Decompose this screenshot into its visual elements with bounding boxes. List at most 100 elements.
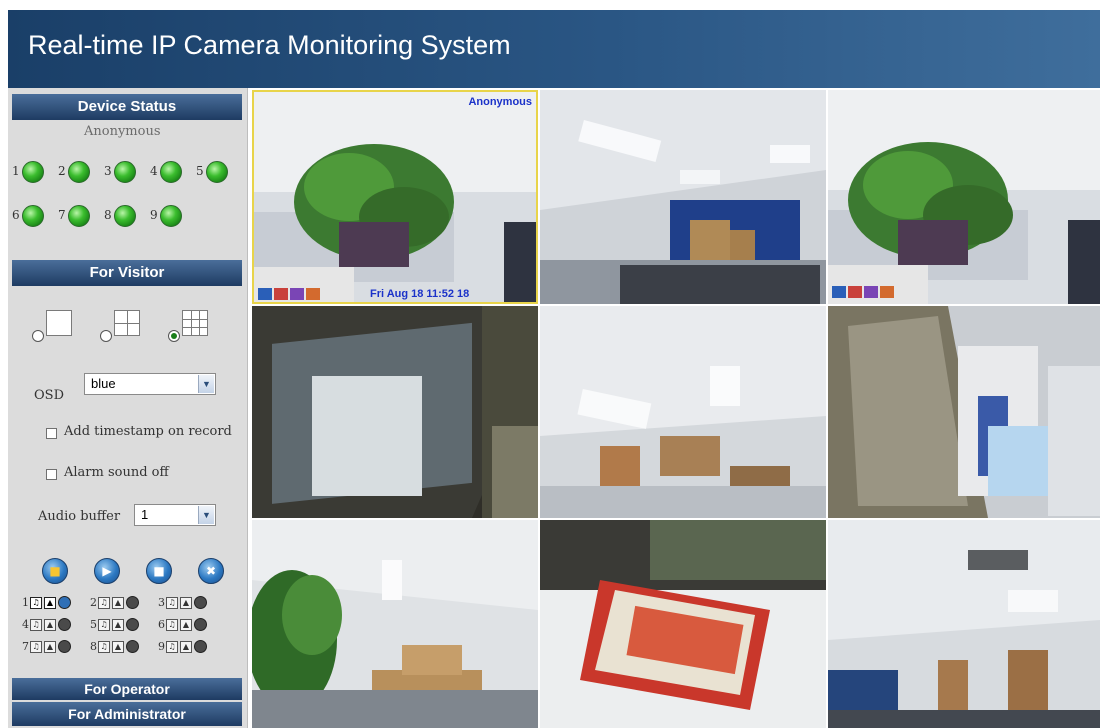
device-number: 8	[104, 208, 112, 222]
mic-icon[interactable]: ▲	[112, 597, 124, 609]
camera-feed-5[interactable]	[540, 306, 826, 518]
timestamp-label: Add timestamp on record	[64, 424, 232, 439]
audio-icon[interactable]: ♫	[30, 641, 42, 653]
record-icon[interactable]	[58, 618, 71, 631]
overlay-user: Anonymous	[468, 96, 532, 108]
page-title: Real-time IP Camera Monitoring System	[28, 30, 511, 60]
device-status-led[interactable]	[160, 161, 182, 183]
device-number: 7	[58, 208, 66, 222]
camera-feed-4[interactable]	[252, 306, 538, 518]
header-bar: Real-time IP Camera Monitoring System	[8, 10, 1100, 88]
for-administrator-header[interactable]: For Administrator	[12, 702, 242, 726]
device-status-led[interactable]	[114, 205, 136, 227]
chevron-down-icon[interactable]: ▼	[198, 506, 214, 524]
camera-image	[828, 520, 1100, 728]
osd-label: OSD	[34, 388, 64, 403]
camera-feed-1[interactable]: Anonymous Fri Aug 18 11:52 18	[252, 90, 538, 304]
record-icon[interactable]	[126, 640, 139, 653]
camera-image	[254, 92, 536, 302]
camera-image	[540, 520, 826, 728]
record-icon[interactable]	[126, 618, 139, 631]
channel-number: 8	[90, 640, 97, 653]
audio-icon[interactable]: ♫	[30, 619, 42, 631]
audio-icon[interactable]: ♫	[166, 641, 178, 653]
record-icon[interactable]	[194, 618, 207, 631]
device-number: 4	[150, 164, 158, 178]
nine-view-icon	[182, 310, 208, 336]
device-status-led[interactable]	[22, 161, 44, 183]
device-status-led[interactable]	[68, 205, 90, 227]
record-icon[interactable]	[58, 640, 71, 653]
video-grid: Anonymous Fri Aug 18 11:52 18	[252, 90, 1100, 728]
device-status-led[interactable]	[206, 161, 228, 183]
device-number: 5	[196, 164, 204, 178]
trash-icon[interactable]: ✖	[198, 558, 224, 584]
mic-icon[interactable]: ▲	[44, 597, 56, 609]
camera-image	[252, 520, 538, 728]
device-status-led[interactable]	[22, 205, 44, 227]
device-status-header[interactable]: Device Status	[12, 94, 242, 120]
for-visitor-header[interactable]: For Visitor	[12, 260, 242, 286]
mic-icon[interactable]: ▲	[44, 641, 56, 653]
alarm-sound-checkbox[interactable]	[46, 469, 57, 480]
single-view-icon	[46, 310, 72, 336]
camera-feed-3[interactable]	[828, 90, 1100, 304]
timestamp-checkbox[interactable]	[46, 428, 57, 439]
record-icon[interactable]	[126, 596, 139, 609]
for-operator-header[interactable]: For Operator	[12, 678, 242, 700]
device-number: 1	[12, 164, 20, 178]
camera-image	[828, 306, 1100, 518]
camera-feed-9[interactable]	[828, 520, 1100, 728]
current-user: Anonymous	[84, 124, 161, 139]
camera-feed-7[interactable]	[252, 520, 538, 728]
camera-image	[252, 306, 538, 518]
channel-number: 1	[22, 596, 29, 609]
record-icon[interactable]	[194, 596, 207, 609]
device-number: 6	[12, 208, 20, 222]
audio-icon[interactable]: ♫	[98, 597, 110, 609]
layout-4-radio[interactable]	[100, 330, 112, 342]
quad-view-icon	[114, 310, 140, 336]
camera-feed-2[interactable]	[540, 90, 826, 304]
layout-9-radio[interactable]	[168, 330, 180, 342]
device-status-led[interactable]	[160, 205, 182, 227]
audio-icon[interactable]: ♫	[98, 641, 110, 653]
camera-feed-6[interactable]	[828, 306, 1100, 518]
audio-icon[interactable]: ♫	[98, 619, 110, 631]
record-icon[interactable]	[194, 640, 207, 653]
camera-image	[540, 306, 826, 518]
audio-buffer-value: 1	[141, 507, 149, 522]
device-number: 2	[58, 164, 66, 178]
mic-icon[interactable]: ▲	[112, 619, 124, 631]
camera-image	[540, 90, 826, 304]
channel-number: 7	[22, 640, 29, 653]
channel-number: 5	[90, 618, 97, 631]
mic-icon[interactable]: ▲	[180, 597, 192, 609]
osd-select[interactable]: blue ▼	[84, 373, 216, 395]
audio-icon[interactable]: ♫	[30, 597, 42, 609]
channel-number: 9	[158, 640, 165, 653]
audio-buffer-select[interactable]: 1 ▼	[134, 504, 216, 526]
chevron-down-icon[interactable]: ▼	[198, 375, 214, 393]
record-icon[interactable]	[58, 596, 71, 609]
alarm-sound-label: Alarm sound off	[64, 465, 169, 480]
audio-icon[interactable]: ♫	[166, 597, 178, 609]
sidebar: Device Status Anonymous 1 2 3 4 5 6 7 8 …	[8, 88, 248, 728]
folder-icon[interactable]: ■	[42, 558, 68, 584]
camera-feed-8[interactable]	[540, 520, 826, 728]
audio-icon[interactable]: ♫	[166, 619, 178, 631]
mic-icon[interactable]: ▲	[180, 619, 192, 631]
layout-1-radio[interactable]	[32, 330, 44, 342]
mic-icon[interactable]: ▲	[44, 619, 56, 631]
mic-icon[interactable]: ▲	[112, 641, 124, 653]
play-icon[interactable]: ▶	[94, 558, 120, 584]
mic-icon[interactable]: ▲	[180, 641, 192, 653]
audio-buffer-label: Audio buffer	[38, 509, 121, 524]
device-number: 3	[104, 164, 112, 178]
device-status-led[interactable]	[114, 161, 136, 183]
stop-icon[interactable]: ■	[146, 558, 172, 584]
device-status-led[interactable]	[68, 161, 90, 183]
osd-value: blue	[91, 376, 116, 391]
channel-number: 6	[158, 618, 165, 631]
channel-number: 4	[22, 618, 29, 631]
